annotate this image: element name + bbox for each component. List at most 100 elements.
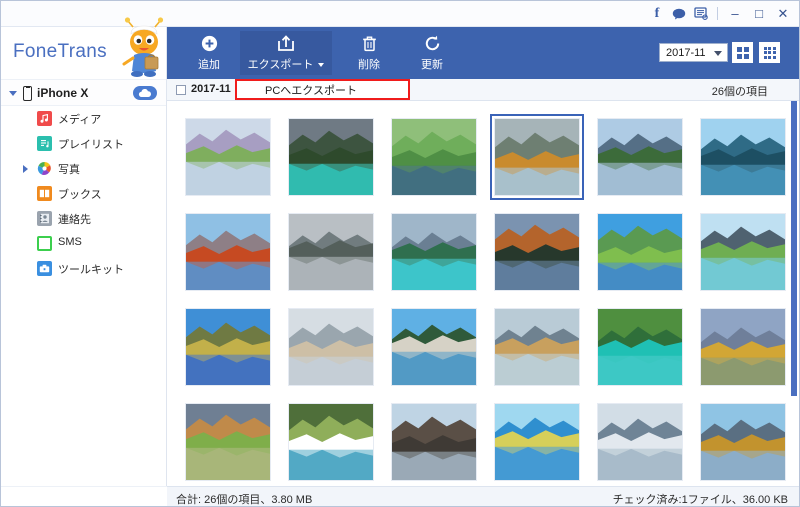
photo-pine-forest-reflection [597,118,683,196]
photo-snowy-peak-teal-lake [288,118,374,196]
vertical-scrollbar-track[interactable] [788,101,800,486]
delete-button-label: 削除 [358,56,380,72]
photo-thumbnail-cell[interactable] [177,204,279,299]
delete-button[interactable]: 削除 [337,31,401,75]
photo-thumbnail-cell[interactable] [280,394,382,486]
sidebar-item-label: 連絡先 [58,211,91,227]
status-checked-label: チェック済み:1ファイル、36.00 KB [613,491,788,507]
photo-thumbnail-cell[interactable] [383,204,485,299]
app-logo-text: FoneTrans [13,41,107,63]
chevron-right-icon[interactable] [23,165,28,173]
photos-icon [37,161,52,176]
refresh-button-label: 更新 [421,56,443,72]
group-header-bar: 2017-11 PCへエクスポート 26個の項目 [167,79,800,101]
photo-moraine-turquoise [391,213,477,291]
export-icon [277,34,295,53]
photo-thumbnail-cell[interactable] [692,204,794,299]
date-filter-value: 2017-11 [666,47,706,59]
feedback-icon[interactable] [690,2,712,26]
vertical-scrollbar-thumb[interactable] [791,101,797,396]
photo-thumbnail-cell[interactable] [177,394,279,486]
mascot-character-icon [118,12,170,80]
item-count-label: 26個の項目 [712,83,768,99]
view-small-icon[interactable] [759,42,780,63]
sidebar-item-sms[interactable]: SMS [1,231,166,256]
sidebar-item-playlist[interactable]: プレイリスト [1,131,166,156]
sidebar-item-label: SMS [58,236,82,248]
export-button[interactable]: エクスポート [240,31,332,75]
sidebar-item-contacts[interactable]: 連絡先 [1,206,166,231]
sidebar-footer [1,486,167,507]
photo-thumbnail-cell[interactable] [589,299,691,394]
photo-waterfall-turquoise [288,403,374,481]
chat-icon[interactable] [668,2,690,26]
photo-thumbnail-cell[interactable] [280,299,382,394]
view-large-icon[interactable] [732,42,753,63]
photo-thumbnail-cell[interactable] [692,394,794,486]
photo-thumbnail-cell[interactable] [280,204,382,299]
photo-thumbnail-cell[interactable] [383,394,485,486]
export-dropdown-menu[interactable]: PCへエクスポート [235,79,410,100]
photo-thumbnail-cell[interactable] [589,204,691,299]
photo-thumbnail-cell[interactable] [177,109,279,204]
photo-karst-peaks-river [494,308,580,386]
select-all-checkbox[interactable] [176,85,186,95]
brand-bar: FoneTrans [1,27,166,79]
sidebar-item-label: プレイリスト [58,136,124,152]
photo-grid [167,101,787,486]
books-icon [37,186,52,201]
photo-sunset-green-field [185,403,271,481]
photo-autumn-mountain-mirror [494,118,580,196]
photo-thumbnail-cell[interactable] [383,299,485,394]
photo-pale-mountain-stone [288,308,374,386]
photo-seaside-yellow-field [494,403,580,481]
photo-thumbnail-cell[interactable] [692,299,794,394]
photo-thumbnail-cell[interactable] [486,299,588,394]
photo-yellow-bank-blue-lake [185,308,271,386]
sidebar-item-label: ツールキット [58,261,124,277]
photo-thumbnail-cell[interactable] [280,109,382,204]
grid-3x3-glyph [764,47,776,59]
date-filter-dropdown[interactable]: 2017-11 [659,43,728,62]
sidebar-item-books[interactable]: ブックス [1,181,166,206]
photo-thumbnail-cell[interactable] [383,109,485,204]
maximize-button[interactable]: □ [747,2,771,26]
sidebar-item-label: 写真 [58,161,80,177]
close-button[interactable]: ✕ [771,2,795,26]
sidebar-item-photos[interactable]: 写真 [1,156,166,181]
sidebar-item-label: メディア [58,111,101,127]
chevron-down-icon[interactable] [318,63,324,67]
photo-grey-mountain-mirror [288,213,374,291]
sidebar-nav-list: メディア プレイリスト [1,106,166,281]
refresh-button[interactable]: 更新 [400,31,464,75]
photo-golden-marsh-range [700,308,786,386]
add-button[interactable]: 追加 [177,31,241,75]
photo-thumbnail-cell[interactable] [589,109,691,204]
minimize-button[interactable]: – [723,2,747,26]
iphone-icon [23,86,32,101]
photo-rock-shore-pines [391,308,477,386]
contacts-icon [37,211,52,226]
chevron-down-icon[interactable] [714,51,722,56]
photo-turquoise-shallow [597,308,683,386]
photo-alps-autumn-reflection [700,403,786,481]
device-name-label: iPhone X [37,86,88,100]
refresh-icon [424,34,441,53]
photo-thumbnail-cell[interactable] [589,394,691,486]
photo-thumbnail-cell[interactable] [177,299,279,394]
sidebar-item-media[interactable]: メディア [1,106,166,131]
photo-thumbnail-cell[interactable] [692,109,794,204]
photo-thumbnail-cell[interactable] [486,204,588,299]
photo-thumbnail-cell[interactable] [486,109,588,204]
export-to-pc-menu-item[interactable]: PCへエクスポート [237,82,357,98]
photo-thumbnail-cell[interactable] [486,394,588,486]
playlist-icon [37,136,52,151]
chevron-down-icon[interactable] [9,91,17,96]
photo-blue-fjord-narrow [700,118,786,196]
sidebar: FoneTrans [1,27,167,507]
cloud-icon[interactable] [133,86,157,100]
facebook-icon[interactable]: f [646,2,668,26]
sidebar-item-toolkit[interactable]: ツールキット [1,256,166,281]
photo-snow-peaks-cold-lake [597,403,683,481]
device-row[interactable]: iPhone X [1,79,166,106]
